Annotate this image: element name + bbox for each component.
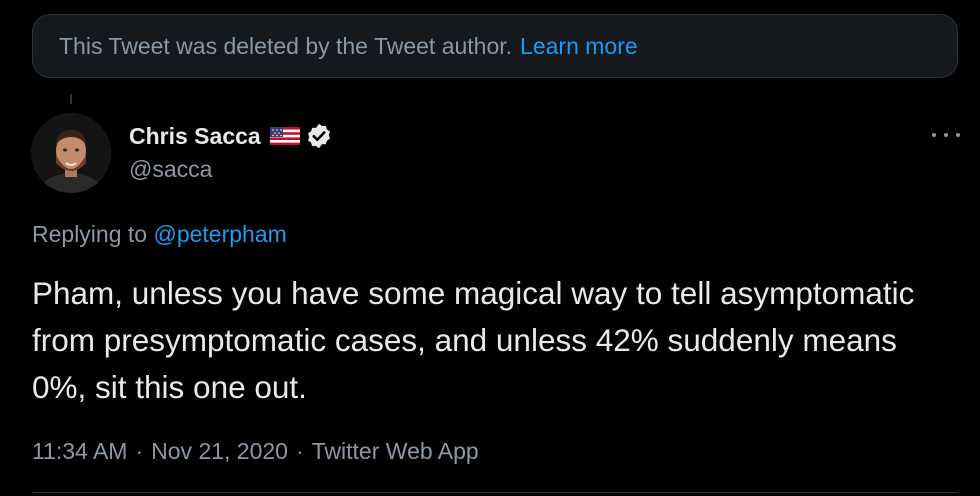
replying-to-line: Replying to @peterpham	[32, 221, 287, 248]
divider	[32, 492, 958, 493]
deleted-notice-text: This Tweet was deleted by the Tweet auth…	[59, 32, 513, 59]
separator: ·	[135, 438, 144, 464]
tweet-time[interactable]: 11:34 AM	[32, 438, 127, 464]
verified-badge-icon	[305, 122, 333, 150]
more-dot	[932, 133, 936, 137]
more-dot	[944, 133, 948, 137]
display-name[interactable]: Chris Sacca	[129, 123, 261, 150]
thread-connector-line	[70, 94, 72, 104]
tweet-metadata: 11:34 AM · Nov 21, 2020 · Twitter Web App	[32, 438, 479, 465]
more-options-icon[interactable]	[932, 124, 960, 146]
user-handle[interactable]: @sacca	[129, 156, 212, 183]
us-flag-icon	[269, 125, 300, 147]
tweet-text: Pham, unless you have some magical way t…	[32, 275, 915, 405]
replying-to-mention[interactable]: @peterpham	[153, 221, 286, 247]
deleted-tweet-notice: This Tweet was deleted by the Tweet auth…	[32, 14, 958, 78]
replying-to-label: Replying to	[32, 221, 148, 247]
avatar[interactable]	[31, 113, 111, 193]
tweet-source[interactable]: Twitter Web App	[312, 438, 479, 464]
separator: ·	[295, 438, 304, 464]
learn-more-link[interactable]: Learn more	[520, 33, 638, 60]
tweet-date[interactable]: Nov 21, 2020	[151, 438, 288, 464]
author-name-row: Chris Sacca	[129, 122, 333, 150]
more-dot	[956, 133, 960, 137]
